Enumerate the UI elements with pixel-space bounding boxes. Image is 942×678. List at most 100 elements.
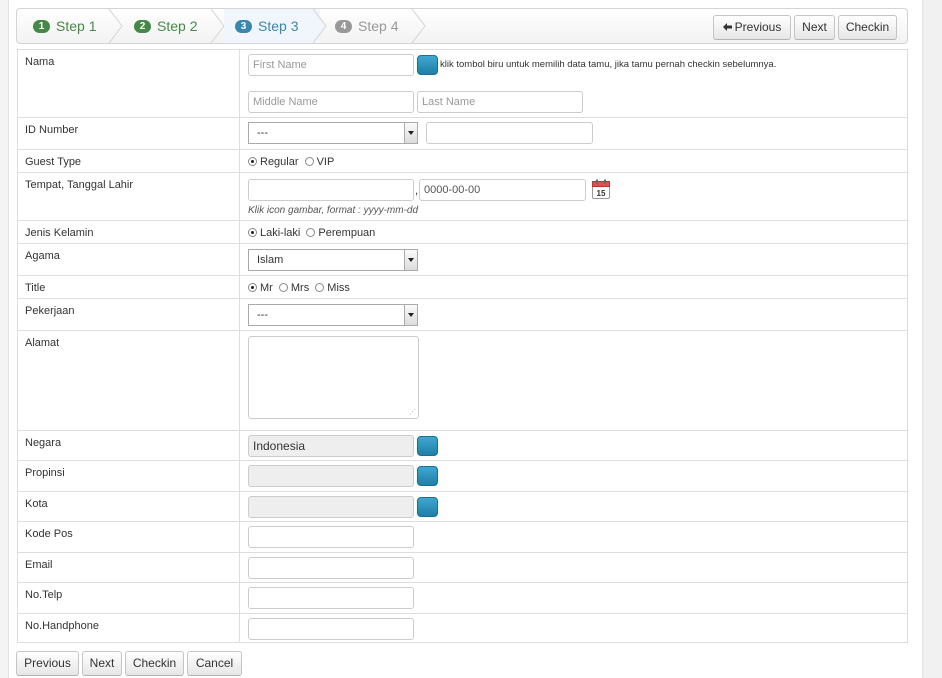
step-label: Step 4 [358, 18, 399, 34]
step-active-arrow-icon [313, 9, 327, 43]
form-row-nama: Nama First Name klik tombol biru untuk m… [18, 50, 907, 117]
gender-label: Jenis Kelamin [25, 227, 94, 239]
wizard-previous-button[interactable]: Previous [713, 15, 791, 40]
form-row-alamat: Alamat ⋰ [18, 330, 907, 430]
arrow-left-icon [722, 22, 732, 31]
column-divider [239, 118, 240, 149]
column-divider [239, 553, 240, 582]
radio-regular[interactable] [248, 156, 257, 166]
no-telp-input[interactable] [248, 587, 414, 609]
title-radio-group: Mr Mrs Miss [248, 282, 353, 294]
column-divider [239, 331, 240, 430]
step-label: Step 3 [258, 18, 299, 34]
negara-label: Negara [25, 437, 62, 449]
middle-name-input[interactable]: Middle Name [248, 91, 414, 113]
column-divider [239, 50, 240, 117]
column-divider [239, 461, 240, 491]
step-label: Step 2 [157, 18, 198, 34]
column-divider [239, 244, 240, 275]
id-number-label: ID Number [25, 124, 79, 136]
first-name-input[interactable]: First Name [248, 54, 414, 76]
nama-label: Nama [25, 56, 55, 68]
radio-mr-label: Mr [260, 282, 273, 294]
kota-input[interactable] [248, 496, 414, 518]
agama-select[interactable]: Islam [248, 249, 418, 271]
radio-regular-label: Regular [260, 156, 299, 168]
form-row-pekerjaan: Pekerjaan --- [18, 298, 907, 330]
email-label: Email [25, 559, 53, 571]
step-label: Step 1 [56, 18, 97, 34]
column-divider [239, 150, 240, 172]
negara-input[interactable]: Indonesia [248, 435, 414, 457]
guest-lookup-hint: klik tombol biru untuk memilih data tamu… [440, 59, 777, 70]
agama-label: Agama [25, 250, 60, 262]
id-number-input[interactable] [426, 122, 593, 144]
birth-place-input[interactable] [248, 179, 414, 201]
step-separator-icon [109, 9, 123, 43]
radio-mr[interactable] [248, 282, 257, 292]
no-handphone-label: No.Handphone [25, 620, 100, 632]
guest-lookup-button[interactable] [417, 55, 438, 75]
form-row-propinsi: Propinsi [18, 460, 907, 491]
radio-perempuan-label: Perempuan [318, 227, 376, 239]
form-row-guest-type: Guest Type Regular VIP [18, 149, 907, 172]
wizard-checkin-button[interactable]: Checkin [838, 15, 897, 40]
radio-perempuan[interactable] [306, 227, 316, 237]
negara-lookup-button[interactable] [417, 436, 438, 456]
chevron-down-icon [404, 250, 417, 270]
previous-label: Previous [734, 20, 782, 34]
wizard-bar: 1 Step 1 2 Step 2 3 Step 3 4 Step 4 Previous… [16, 8, 908, 44]
radio-miss-label: Miss [327, 282, 350, 294]
propinsi-input[interactable] [248, 465, 414, 487]
form-row-kode-pos: Kode Pos [18, 521, 907, 552]
birth-date-input[interactable]: 0000-00-00 [419, 179, 586, 201]
form-row-title: Title Mr Mrs Miss [18, 275, 907, 298]
step-number-badge: 4 [335, 19, 352, 33]
kode-pos-label: Kode Pos [25, 528, 73, 540]
birth-label: Tempat, Tanggal Lahir [25, 179, 134, 191]
pekerjaan-select[interactable]: --- [248, 304, 418, 326]
radio-vip[interactable] [304, 156, 314, 166]
chevron-down-icon [404, 123, 417, 143]
column-divider [239, 431, 240, 460]
calendar-day: 15 [597, 189, 606, 198]
step-number-badge: 1 [33, 19, 50, 33]
kode-pos-input[interactable] [248, 526, 414, 548]
window-scrollbar[interactable] [921, 0, 942, 678]
form-row-gender: Jenis Kelamin Laki-laki Perempuan [18, 220, 907, 243]
column-divider [239, 299, 240, 330]
radio-laki-laki[interactable] [248, 227, 257, 237]
birth-date-hint: Klik icon gambar, format : yyyy-mm-dd [248, 205, 419, 216]
radio-vip-label: VIP [316, 156, 335, 168]
kota-lookup-button[interactable] [417, 497, 438, 517]
last-name-input[interactable]: Last Name [417, 91, 583, 113]
footer-cancel-button[interactable]: Cancel [187, 651, 242, 676]
gender-radio-group: Laki-laki Perempuan [248, 227, 378, 239]
no-handphone-input[interactable] [248, 618, 414, 640]
title-label: Title [25, 282, 46, 294]
column-divider [239, 522, 240, 552]
radio-miss[interactable] [315, 282, 325, 292]
step-number-badge: 2 [134, 19, 151, 33]
agama-value: Islam [257, 254, 284, 266]
footer-previous-button[interactable]: Previous [16, 651, 79, 676]
step-number-badge: 3 [235, 19, 252, 33]
email-input[interactable] [248, 557, 414, 579]
id-type-select[interactable]: --- [248, 122, 418, 144]
column-divider [239, 276, 240, 298]
propinsi-lookup-button[interactable] [417, 466, 438, 486]
radio-laki-laki-label: Laki-laki [260, 227, 301, 239]
form-row-no-handphone: No.Handphone [18, 613, 907, 642]
wizard-step-3[interactable]: 3 Step 3 [224, 9, 320, 43]
propinsi-label: Propinsi [25, 467, 65, 479]
calendar-icon[interactable]: 15 [592, 179, 610, 199]
footer-next-button[interactable]: Next [82, 651, 122, 676]
radio-mrs[interactable] [278, 282, 288, 292]
footer-checkin-button[interactable]: Checkin [125, 651, 184, 676]
resize-grip-icon[interactable]: ⋰ [409, 409, 416, 416]
guest-type-radio-group: Regular VIP [248, 156, 337, 168]
step-separator-icon [211, 9, 225, 43]
wizard-next-button[interactable]: Next [794, 15, 835, 40]
alamat-textarea[interactable]: ⋰ [248, 336, 419, 419]
column-divider [239, 492, 240, 521]
